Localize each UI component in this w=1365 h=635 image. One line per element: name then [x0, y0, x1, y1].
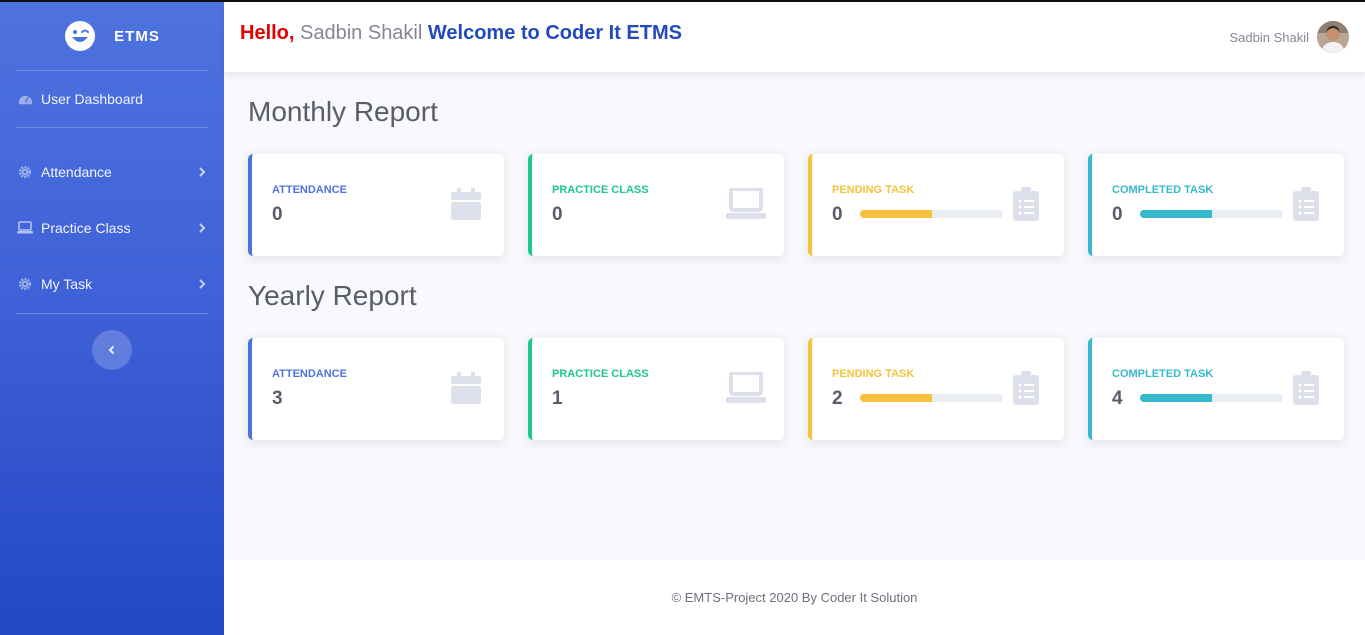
laugh-wink-icon: [65, 21, 96, 51]
laptop-icon: [726, 186, 766, 222]
brand-name: ETMS: [114, 27, 160, 45]
progress-fill: [1140, 210, 1212, 218]
calendar-icon: [446, 370, 486, 406]
monthly-pending-task-card: PENDING TASK 0: [808, 154, 1064, 256]
laptop-icon: [17, 220, 33, 236]
card-title: ATTENDANCE: [272, 368, 347, 380]
calendar-icon: [446, 186, 486, 222]
yearly-pending-task-card: PENDING TASK 2: [808, 338, 1064, 440]
sidebar-item-label: Practice Class: [41, 220, 131, 236]
clipboard-list-icon: [1286, 370, 1326, 406]
progress-bar: [860, 394, 1003, 402]
card-value: 0: [832, 204, 843, 225]
card-title: PENDING TASK: [832, 184, 915, 196]
window-top-border: [0, 0, 1365, 2]
copyright-text: © EMTS-Project 2020 By Coder It Solution: [671, 590, 918, 605]
card-value: 0: [272, 204, 283, 225]
progress-fill: [860, 394, 932, 402]
chevron-right-icon: [199, 167, 206, 177]
yearly-cards: ATTENDANCE 3 PRACTICE CLASS 1 PENDING TA…: [248, 338, 1344, 440]
sidebar-item-my-task[interactable]: My Task: [0, 256, 224, 312]
footer: © EMTS-Project 2020 By Coder It Solution: [224, 560, 1365, 635]
welcome-heading: Hello, Sadbin Shakil Welcome to Coder It…: [240, 22, 682, 45]
hello-text: Hello,: [240, 21, 295, 44]
yearly-completed-task-card: COMPLETED TASK 4: [1088, 338, 1344, 440]
chevron-right-icon: [199, 223, 206, 233]
card-value: 3: [272, 388, 283, 409]
monthly-attendance-card: ATTENDANCE 0: [248, 154, 504, 256]
card-title: PRACTICE CLASS: [552, 184, 649, 196]
progress-bar: [1140, 394, 1283, 402]
progress-fill: [860, 210, 932, 218]
sidebar: ETMS User Dashboard Attendance Practice …: [0, 2, 224, 635]
user-dropdown[interactable]: Sadbin Shakil: [1229, 21, 1349, 53]
main-content: Monthly Report ATTENDANCE 0 PRACTICE CLA…: [224, 72, 1365, 560]
card-title: PRACTICE CLASS: [552, 368, 649, 380]
card-value: 0: [552, 204, 563, 225]
sidebar-item-label: Attendance: [41, 164, 112, 180]
greeting-user-name: Sadbin Shakil: [300, 21, 423, 44]
monthly-practice-class-card: PRACTICE CLASS 0: [528, 154, 784, 256]
topbar: Hello, Sadbin Shakil Welcome to Coder It…: [224, 2, 1365, 72]
cog-icon: [17, 276, 33, 292]
clipboard-list-icon: [1006, 370, 1046, 406]
sidebar-item-label: User Dashboard: [41, 91, 143, 107]
brand[interactable]: ETMS: [0, 2, 224, 70]
card-title: ATTENDANCE: [272, 184, 347, 196]
account-name: Sadbin Shakil: [1229, 29, 1310, 45]
clipboard-list-icon: [1006, 186, 1046, 222]
cog-icon: [17, 164, 33, 180]
card-value: 4: [1112, 388, 1123, 409]
laptop-icon: [726, 370, 766, 406]
card-value: 0: [1112, 204, 1123, 225]
card-title: PENDING TASK: [832, 368, 915, 380]
progress-bar: [860, 210, 1003, 218]
chevron-left-icon: [108, 345, 115, 355]
chevron-right-icon: [199, 279, 206, 289]
tachometer-icon: [17, 91, 33, 107]
monthly-report-heading: Monthly Report: [248, 96, 438, 127]
sidebar-item-label: My Task: [41, 276, 93, 292]
card-title: COMPLETED TASK: [1112, 368, 1214, 380]
welcome-text: Welcome to Coder It ETMS: [427, 21, 682, 44]
clipboard-list-icon: [1286, 186, 1326, 222]
card-title: COMPLETED TASK: [1112, 184, 1214, 196]
sidebar-divider: [16, 313, 208, 314]
card-value: 1: [552, 388, 563, 409]
progress-fill: [1140, 394, 1212, 402]
progress-bar: [1140, 210, 1283, 218]
monthly-cards: ATTENDANCE 0 PRACTICE CLASS 0 PENDING TA…: [248, 154, 1344, 256]
sidebar-item-attendance[interactable]: Attendance: [0, 144, 224, 200]
card-value: 2: [832, 388, 843, 409]
yearly-attendance-card: ATTENDANCE 3: [248, 338, 504, 440]
yearly-practice-class-card: PRACTICE CLASS 1: [528, 338, 784, 440]
monthly-completed-task-card: COMPLETED TASK 0: [1088, 154, 1344, 256]
sidebar-item-user-dashboard[interactable]: User Dashboard: [0, 71, 224, 127]
yearly-report-heading: Yearly Report: [248, 280, 417, 311]
sidebar-toggle-button[interactable]: [92, 330, 132, 370]
avatar: [1317, 21, 1349, 53]
sidebar-item-practice-class[interactable]: Practice Class: [0, 200, 224, 256]
